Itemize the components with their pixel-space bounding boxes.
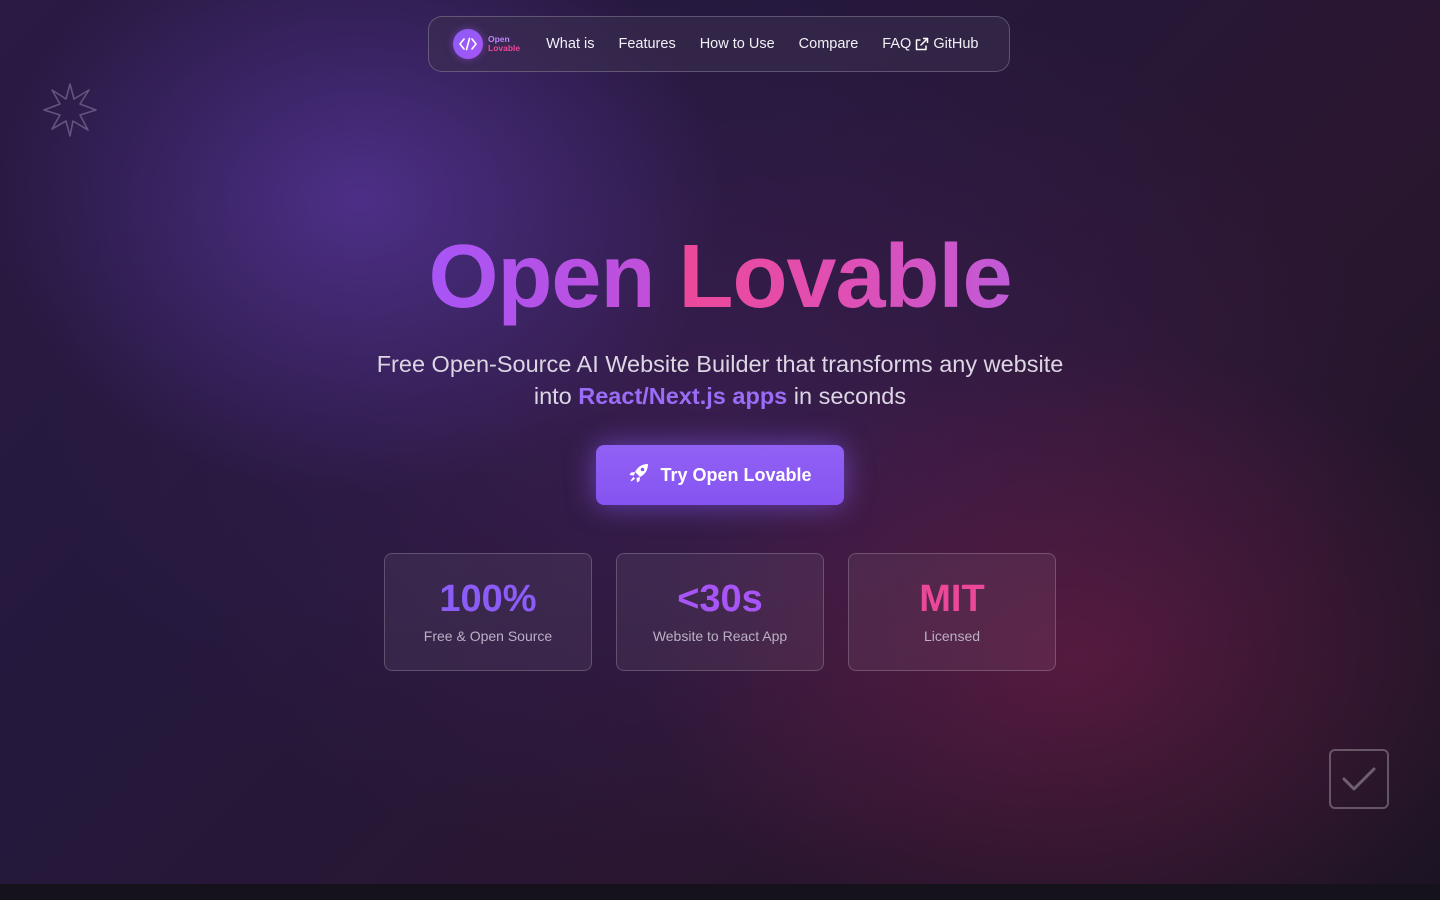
try-open-lovable-button[interactable]: Try Open Lovable bbox=[596, 445, 844, 505]
stat-card-free: 100% Free & Open Source bbox=[384, 553, 592, 671]
hero-subtitle: Free Open-Source AI Website Builder that… bbox=[320, 348, 1120, 412]
star-burst-icon bbox=[42, 82, 98, 143]
rocket-icon bbox=[628, 462, 650, 489]
stat-label: Free & Open Source bbox=[423, 628, 553, 644]
check-box-icon bbox=[1329, 749, 1389, 809]
stat-label: Licensed bbox=[923, 628, 981, 644]
hero-title: Open Lovable bbox=[0, 222, 1440, 332]
nav-link-faq[interactable]: FAQ bbox=[882, 36, 911, 52]
stat-value: 100% bbox=[439, 578, 537, 620]
brand-logo[interactable]: Open Lovable bbox=[453, 29, 520, 59]
hero-title-lovable: Lovable bbox=[678, 227, 1012, 327]
subtitle-post: in seconds bbox=[793, 383, 907, 409]
bottom-strip bbox=[0, 884, 1440, 900]
nav-link-features[interactable]: Features bbox=[618, 36, 675, 52]
hero-title-open: Open bbox=[428, 227, 655, 327]
stat-card-speed: <30s Website to React App bbox=[616, 553, 824, 671]
subtitle-highlight: React/Next.js apps bbox=[578, 383, 788, 409]
stat-value: MIT bbox=[919, 578, 985, 620]
nav-link-compare[interactable]: Compare bbox=[799, 36, 859, 52]
code-icon bbox=[453, 29, 483, 59]
stat-label: Website to React App bbox=[652, 628, 788, 644]
nav-link-what-is[interactable]: What is bbox=[546, 36, 594, 52]
stat-value: <30s bbox=[677, 578, 763, 620]
subtitle-pre: into bbox=[533, 383, 572, 409]
external-link-icon[interactable] bbox=[914, 37, 929, 52]
brand-name: Open Lovable bbox=[488, 35, 520, 53]
try-open-lovable-label: Try Open Lovable bbox=[660, 464, 812, 485]
stat-card-license: MIT Licensed bbox=[848, 553, 1056, 671]
subtitle-line-1: Free Open-Source AI Website Builder that… bbox=[376, 351, 1064, 377]
brand-line-2: Lovable bbox=[488, 43, 521, 53]
top-navbar: Open Lovable What is Features How to Use… bbox=[428, 16, 1010, 72]
nav-link-github[interactable]: GitHub bbox=[933, 36, 978, 52]
nav-links: What is Features How to Use Compare FAQ … bbox=[546, 36, 978, 52]
nav-link-how-to-use[interactable]: How to Use bbox=[700, 36, 775, 52]
